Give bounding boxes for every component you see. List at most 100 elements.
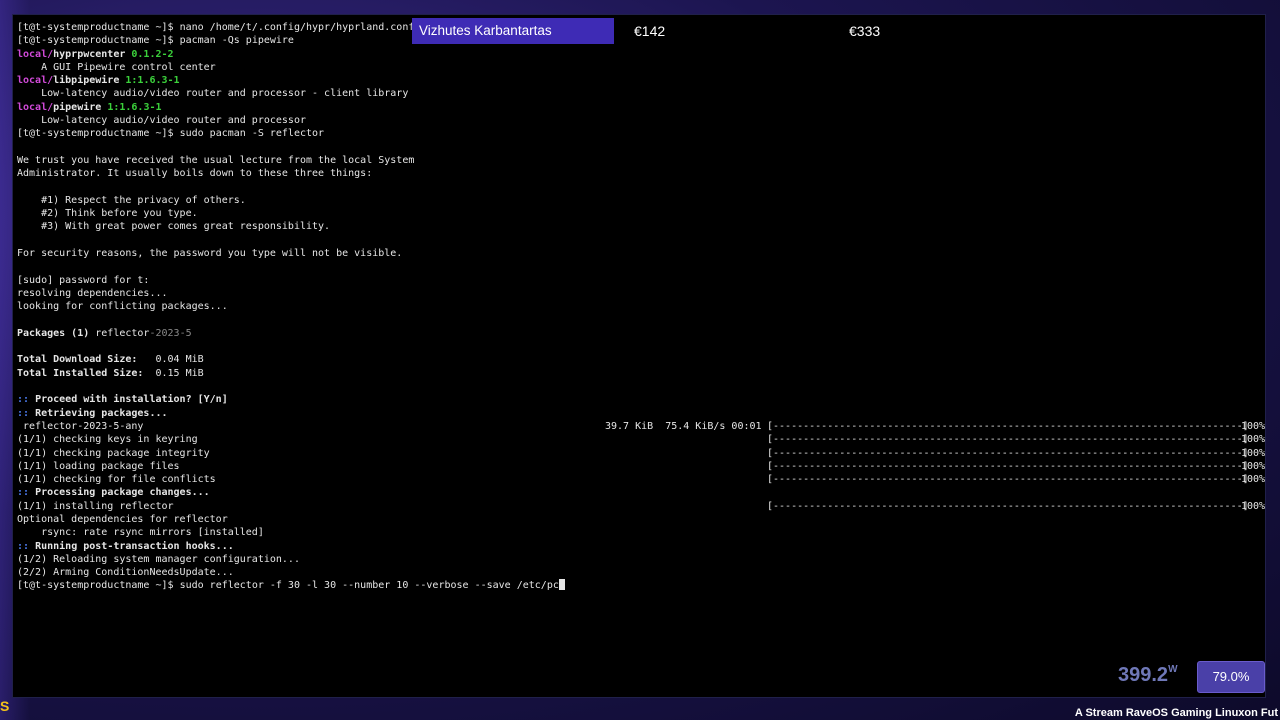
- prompt: [t@t-systemproductname ~]$: [17, 580, 174, 592]
- command-input[interactable]: sudo reflector -f 30 -l 30 --number 10 -…: [174, 580, 559, 591]
- status-line: looking for conflicting packages...: [17, 301, 228, 313]
- progress-line: reflector-2023-5-any 39.7 KiB 75.4 KiB/s …: [17, 420, 1265, 433]
- prompt: [t@t-systemproductname ~]$: [17, 128, 174, 140]
- packages-label: Packages (1): [17, 327, 90, 339]
- progress-line: (1/1) installing reflector [-------------…: [17, 500, 1265, 513]
- text-cursor: [558, 579, 565, 591]
- progress-bar: [---------------------------------------…: [767, 460, 1249, 472]
- package-name: hyprpwcenter: [53, 48, 126, 60]
- package-entry: local/hyprpwcenter 0.1.2-2: [17, 48, 1265, 61]
- section-marker: ::: [17, 540, 30, 552]
- download-size-label: Total Download Size:: [17, 354, 138, 366]
- step-text: (1/1) checking package integrity: [17, 447, 210, 459]
- progress-bar: [---------------------------------------…: [767, 500, 1249, 512]
- progress-percent: 100%: [1241, 420, 1266, 432]
- proceed-text: Proceed with installation? [Y/n]: [29, 394, 228, 406]
- retrieving-text: Retrieving packages...: [29, 407, 168, 419]
- package-version: 0.1.2-2: [125, 48, 174, 60]
- package-version: 1:1.6.3-1: [119, 75, 180, 87]
- section-marker: ::: [17, 407, 30, 419]
- installed-size-label: Total Installed Size:: [17, 367, 144, 379]
- prompt: [t@t-systemproductname ~]$: [17, 22, 174, 33]
- progress-bar: [---------------------------------------…: [767, 434, 1249, 446]
- progress-line: (1/1) checking package integrity [-------…: [17, 447, 1265, 460]
- package-name: libpipewire: [53, 75, 120, 87]
- progress-percent: 100%: [1241, 460, 1266, 472]
- rule-line: #2) Think before you type.: [17, 208, 198, 220]
- progress-percent: 100%: [1241, 474, 1266, 486]
- hooks-line: :: Running post-transaction hooks...: [17, 540, 1265, 553]
- battery-indicator: 79.0%: [1197, 661, 1265, 693]
- overlay-title: Vizhutes Karbantartas: [412, 18, 614, 44]
- hooks-text: Running post-transaction hooks...: [29, 540, 234, 552]
- progress-bar: [---------------------------------------…: [767, 474, 1249, 486]
- corner-logo-icon: S: [0, 698, 10, 714]
- prompt: [t@t-systemproductname ~]$: [17, 35, 174, 47]
- repo-label: local/: [17, 48, 54, 60]
- hook-line: (2/2) Arming ConditionNeedsUpdate...: [17, 567, 234, 579]
- rule-line: #3) With great power comes great respons…: [17, 221, 331, 233]
- processing-line: :: Processing package changes...: [17, 486, 1265, 499]
- stream-marquee: A Stream RaveOS Gaming Linuxon Fut: [1074, 707, 1278, 719]
- progress-percent: 100%: [1241, 447, 1266, 459]
- package-entry: local/libpipewire 1:1.6.3-1: [17, 74, 1265, 87]
- optdeps-item: rsync: rate rsync mirrors [installed]: [17, 527, 264, 539]
- rule-line: #1) Respect the privacy of others.: [17, 194, 246, 206]
- retrieving-line: :: Retrieving packages...: [17, 407, 1265, 420]
- download-stats: 39.7 KiB 75.4 KiB/s 00:01: [605, 420, 762, 432]
- terminal-input-line[interactable]: [t@t-systemproductname ~]$ sudo reflecto…: [17, 579, 1265, 592]
- package-entry: local/pipewire 1:1.6.3-1: [17, 101, 1265, 114]
- progress-line: (1/1) checking for file conflicts [------…: [17, 473, 1265, 486]
- overlay-price: €333: [849, 23, 881, 39]
- progress-bar: [---------------------------------------…: [767, 447, 1249, 459]
- step-text: (1/1) checking for file conflicts: [17, 474, 216, 486]
- download-file: reflector-2023-5-any: [17, 420, 144, 432]
- repo-label: local/: [17, 101, 54, 113]
- repo-label: local/: [17, 75, 54, 87]
- section-marker: ::: [17, 487, 30, 499]
- sudo-password-prompt: [sudo] password for t:: [17, 274, 150, 286]
- step-text: (1/1) installing reflector: [17, 500, 174, 512]
- package-name: pipewire: [53, 101, 102, 113]
- processing-text: Processing package changes...: [29, 487, 210, 499]
- command-text: sudo pacman -S reflector: [173, 128, 325, 140]
- package-description: A GUI Pipewire control center: [17, 61, 216, 73]
- terminal-line: [t@t-systemproductname ~]$ sudo pacman -…: [17, 127, 1265, 140]
- optdeps-line: Optional dependencies for reflector: [17, 513, 228, 525]
- download-size-value: 0.04 MiB: [137, 354, 204, 366]
- progress-line: (1/1) loading package files [------------…: [17, 460, 1265, 473]
- section-marker: ::: [17, 394, 30, 406]
- lecture-line: Administrator. It usually boils down to …: [17, 168, 373, 180]
- command-text: pacman -Qs pipewire: [173, 35, 294, 47]
- power-unit: W: [1168, 664, 1178, 675]
- progress-percent: 100%: [1241, 500, 1266, 512]
- package-version: -2023-5: [149, 327, 192, 339]
- hook-line: (1/2) Reloading system manager configura…: [17, 553, 300, 565]
- power-value: 399.2: [1118, 664, 1169, 686]
- lecture-line: We trust you have received the usual lec…: [17, 154, 415, 166]
- progress-bar: [---------------------------------------…: [767, 420, 1249, 432]
- command-text: nano /home/t/.config/hypr/hyprland.conf: [173, 22, 415, 33]
- installed-size-line: Total Installed Size: 0.15 MiB: [17, 367, 1265, 380]
- package-version: 1:1.6.3-1: [101, 101, 162, 113]
- step-text: (1/1) checking keys in keyring: [17, 434, 198, 446]
- package-description: Low-latency audio/video router and proce…: [17, 88, 409, 100]
- security-notice: For security reasons, the password you t…: [17, 248, 403, 260]
- progress-line: (1/1) checking keys in keyring [---------…: [17, 433, 1265, 446]
- power-readout: 399.2W: [1118, 664, 1178, 687]
- status-line: resolving dependencies...: [17, 287, 168, 299]
- progress-percent: 100%: [1241, 434, 1266, 446]
- package-description: Low-latency audio/video router and proce…: [17, 115, 306, 127]
- package-name: reflector: [89, 327, 150, 339]
- step-text: (1/1) loading package files: [17, 460, 180, 472]
- proceed-prompt: :: Proceed with installation? [Y/n]: [17, 393, 1265, 406]
- packages-line: Packages (1) reflector-2023-5: [17, 327, 1265, 340]
- terminal-window[interactable]: [t@t-systemproductname ~]$ nano /home/t/…: [12, 14, 1266, 698]
